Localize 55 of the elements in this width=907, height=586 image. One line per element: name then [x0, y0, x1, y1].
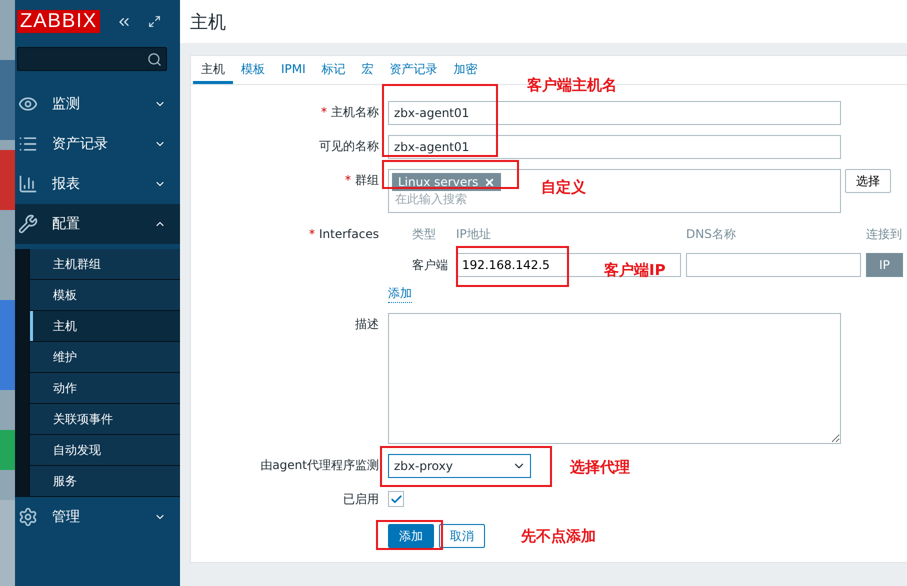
menu-item[interactable]: 配置	[15, 204, 180, 244]
column-header: 连接到	[866, 226, 903, 243]
annotation-text: 先不点添加	[521, 527, 596, 546]
highlight-frame	[376, 520, 443, 550]
tab[interactable]: 资产记录	[382, 56, 446, 84]
cancel-button[interactable]: 取消	[439, 524, 485, 548]
visible-name-field[interactable]: zbx-agent01	[388, 135, 841, 159]
submenu-item[interactable]: 自动发现	[30, 435, 180, 466]
field-label: * 主机名称	[321, 104, 379, 121]
fullscreen-icon[interactable]	[148, 15, 162, 28]
menu-item[interactable]: 资产记录	[15, 124, 180, 164]
column-header: DNS名称	[686, 226, 737, 243]
gear-icon	[17, 507, 39, 527]
field-label: 已启用	[343, 491, 379, 508]
field-label: * 群组	[345, 172, 379, 189]
submenu-item[interactable]: 主机群组	[30, 249, 180, 280]
annotation-text: 选择代理	[570, 458, 630, 477]
description-field[interactable]	[388, 313, 841, 444]
annotation-text: 客户端主机名	[527, 76, 617, 95]
interface-type: 客户端	[412, 256, 449, 274]
tab[interactable]: 模板	[233, 56, 273, 84]
tab[interactable]: 加密	[446, 56, 486, 84]
bar-chart-icon	[17, 174, 39, 194]
submenu-item[interactable]: 动作	[30, 373, 180, 404]
field-label: 由agent代理程序监测	[260, 457, 379, 474]
zabbix-logo: ZABBIX	[17, 10, 100, 33]
dns-name-field[interactable]	[686, 253, 861, 277]
submenu-item[interactable]: 服务	[30, 466, 180, 497]
search-field[interactable]	[17, 47, 167, 71]
wrench-icon	[17, 214, 39, 234]
submenu-item[interactable]: 主机	[30, 311, 180, 342]
column-header: 类型	[412, 226, 437, 243]
tab[interactable]: 主机	[193, 56, 233, 84]
proxy-select[interactable]: zbx-proxy	[388, 454, 531, 478]
menu-item[interactable]: 报表	[15, 164, 180, 204]
column-header: IP地址	[456, 226, 492, 243]
enabled-checkbox[interactable]	[388, 491, 404, 507]
select-button[interactable]: 选择	[845, 169, 891, 193]
field-label: 描述	[355, 316, 379, 333]
field-label: * Interfaces	[309, 226, 379, 243]
add-link[interactable]: 添加	[388, 285, 412, 303]
tab[interactable]: 标记	[314, 56, 354, 84]
menu-item[interactable]: 监测	[15, 84, 180, 124]
page-title: 主机	[190, 10, 226, 34]
tab[interactable]: IPMI	[273, 56, 314, 84]
search-icon	[147, 52, 162, 66]
host-name-field[interactable]: zbx-agent01	[388, 101, 841, 125]
tab[interactable]: 宏	[354, 56, 382, 84]
menu-item[interactable]: 管理	[15, 497, 180, 537]
add-button[interactable]: 添加	[388, 524, 434, 548]
annotation-text: 客户端IP	[604, 261, 666, 280]
submenu-item[interactable]: 维护	[30, 342, 180, 373]
submenu-item[interactable]: 关联项事件	[30, 404, 180, 435]
remove-icon	[484, 176, 496, 188]
field-label: 可见的名称	[319, 138, 379, 155]
